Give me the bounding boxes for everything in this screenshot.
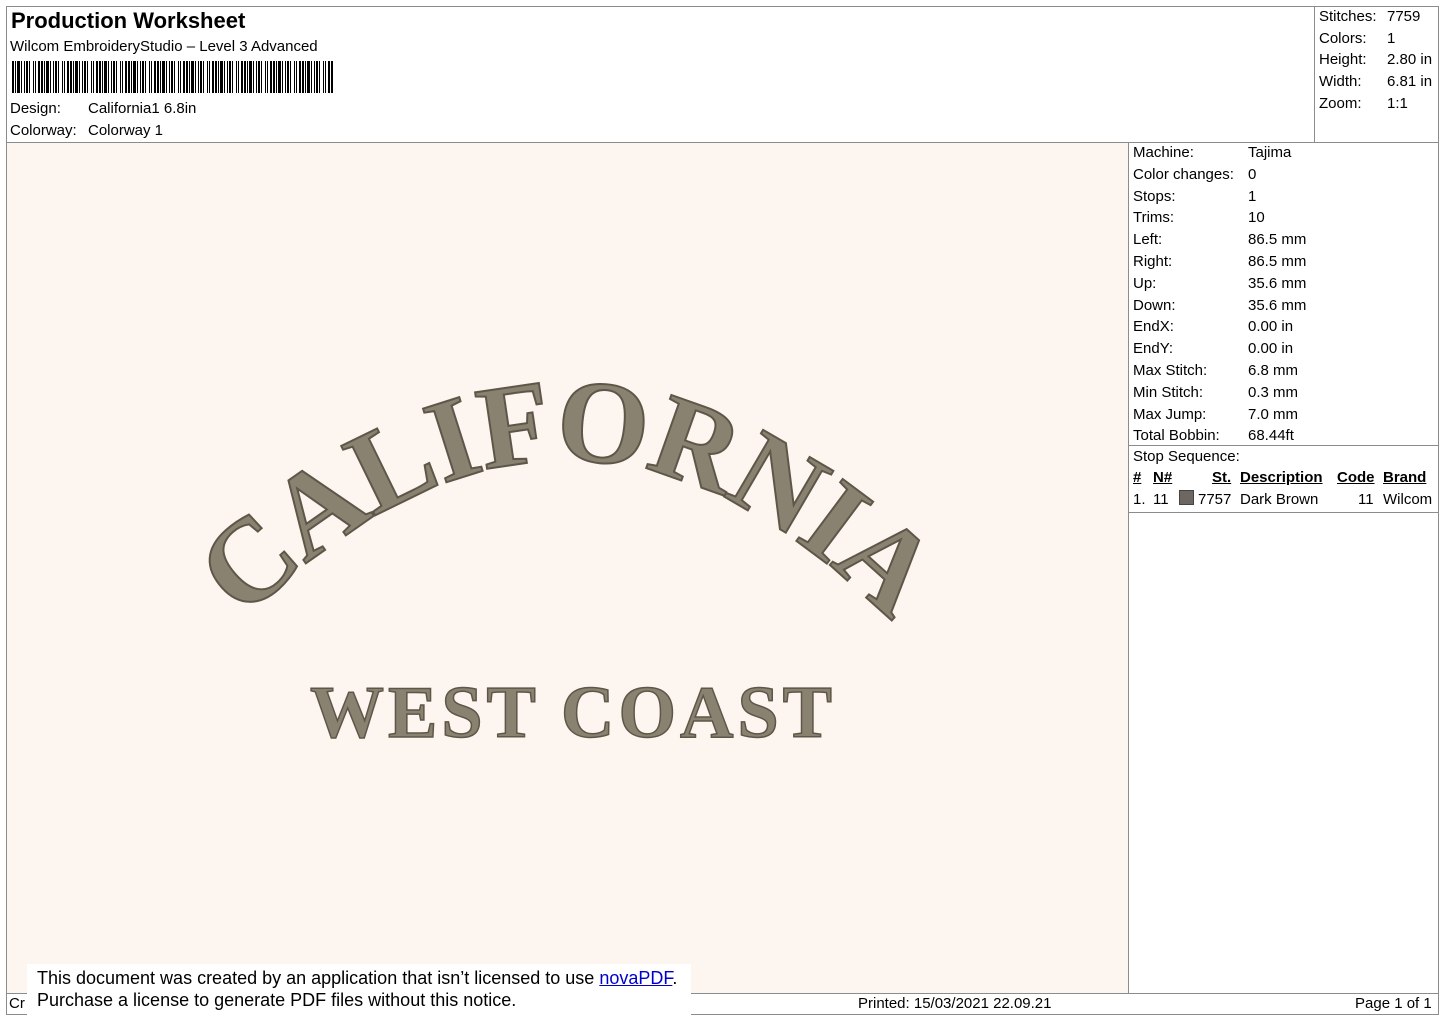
cell-brand: Wilcom [1383, 491, 1433, 508]
col-header-stitches: St. [1212, 469, 1232, 486]
machine-info-value: 86.5 mm [1248, 231, 1307, 249]
machine-info-value: 0.00 in [1248, 340, 1294, 358]
machine-info-row: Min Stitch: 0.3 mm [1133, 384, 1298, 401]
design-line-text: WEST COAST [310, 672, 836, 754]
machine-info-row: Total Bobbin: 68.44ft [1133, 427, 1294, 444]
colorway-row: Colorway: Colorway 1 [10, 122, 163, 139]
summary-divider [1314, 6, 1315, 143]
machine-info-label: Stops: [1133, 187, 1176, 205]
machine-info-value: 6.8 mm [1248, 362, 1299, 379]
machine-info-label: Min Stitch: [1133, 383, 1204, 401]
machine-info-value: Tajima [1248, 144, 1292, 161]
embroidery-design: CALIFORNIA WEST COAST [172, 352, 965, 755]
barcode [12, 61, 333, 93]
machine-info-value: 10 [1248, 209, 1265, 227]
machine-info-value: 35.6 mm [1248, 274, 1307, 292]
design-value: California1 6.8in [88, 100, 197, 117]
machine-info-value: 35.6 mm [1248, 296, 1307, 314]
machine-info-row: Stops: 1 [1133, 188, 1256, 205]
machine-info-value: 7.0 mm [1248, 405, 1299, 423]
summary-height: Height: 2.80 in [1319, 51, 1433, 68]
machine-info-row: Up: 35.6 mm [1133, 275, 1306, 292]
notice-line-2: Purchase a license to generate PDF files… [37, 990, 517, 1010]
col-header-number: # [1133, 469, 1142, 486]
frame-top [6, 6, 1439, 7]
license-notice: This document was created by an applicat… [27, 964, 691, 1019]
machine-info-label: EndY: [1133, 340, 1174, 358]
design-row: Design: California1 6.8in [10, 100, 196, 117]
frame-right [1438, 6, 1439, 1015]
machine-info-value: 0 [1248, 165, 1257, 183]
machine-info-label: Right: [1133, 253, 1173, 270]
sequence-divider [1128, 512, 1439, 513]
col-header-description: Description [1240, 469, 1323, 486]
col-header-brand: Brand [1383, 469, 1427, 486]
machine-info-value: 1 [1248, 187, 1257, 205]
machine-info-row: EndX: 0.00 in [1133, 318, 1293, 335]
summary-zoom: Zoom: 1:1 [1319, 95, 1408, 112]
machine-info-label: Down: [1133, 296, 1176, 314]
machine-info-label: EndX: [1133, 318, 1174, 336]
cell-stitches: 7757 [1198, 491, 1232, 508]
software-name: Wilcom EmbroideryStudio – Level 3 Advanc… [10, 38, 318, 55]
footer-page: Page 1 of 1 [1355, 995, 1432, 1012]
thread-color-swatch [1179, 490, 1194, 505]
footer-printed: Printed: 15/03/2021 22.09.21 [858, 995, 1052, 1012]
machine-info-value: 0.00 in [1248, 318, 1294, 336]
design-arc-text: CALIFORNIA [173, 353, 962, 640]
summary-colors: Colors: 1 [1319, 30, 1396, 47]
machine-info-label: Color changes: [1133, 165, 1234, 183]
machine-info-row: Max Stitch: 6.8 mm [1133, 362, 1298, 379]
machine-info-row: Left: 86.5 mm [1133, 231, 1306, 248]
design-preview: CALIFORNIA WEST COAST [7, 143, 1128, 993]
machine-info-label: Machine: [1133, 144, 1194, 161]
machine-info-value: 0.3 mm [1248, 383, 1299, 401]
machine-info-row: Trims: 10 [1133, 209, 1265, 226]
machine-info-label: Trims: [1133, 209, 1175, 227]
machine-info-label: Left: [1133, 231, 1163, 249]
machine-info-label: Max Jump: [1133, 405, 1207, 423]
machine-info-row: Color changes: 0 [1133, 166, 1256, 183]
sidepanel-divider [1128, 142, 1129, 994]
stop-sequence-title: Stop Sequence: [1133, 448, 1240, 465]
info-divider [1128, 445, 1439, 446]
machine-info-row: Down: 35.6 mm [1133, 297, 1306, 314]
machine-info-row: Max Jump: 7.0 mm [1133, 406, 1298, 423]
summary-width: Width: 6.81 in [1319, 73, 1433, 90]
novapdf-link[interactable]: novaPDF [599, 968, 672, 988]
cell-code: 11 [1358, 491, 1374, 508]
summary-stitches: Stitches: 7759 [1319, 8, 1421, 25]
machine-info-row: EndY: 0.00 in [1133, 340, 1293, 357]
machine-info-value: 86.5 mm [1248, 253, 1307, 270]
cell-needle: 11 [1153, 491, 1169, 508]
col-header-needle: N# [1153, 469, 1173, 486]
cell-description: Dark Brown [1240, 491, 1319, 508]
machine-info-row: Machine: Tajima [1133, 144, 1291, 161]
footer-created: Cr [9, 995, 25, 1012]
machine-info-row: Right: 86.5 mm [1133, 253, 1306, 270]
colorway-value: Colorway 1 [88, 122, 164, 139]
col-header-code: Code [1337, 469, 1375, 486]
page-title: Production Worksheet [11, 8, 246, 33]
machine-info-label: Up: [1133, 274, 1157, 292]
machine-info-value: 68.44ft [1248, 427, 1294, 445]
machine-info-label: Total Bobbin: [1133, 427, 1220, 445]
cell-number: 1. [1133, 491, 1146, 508]
design-label: Design: [10, 100, 61, 117]
colorway-label: Colorway: [10, 122, 77, 139]
notice-line-1: This document was created by an applicat… [37, 968, 678, 988]
machine-info-label: Max Stitch: [1133, 362, 1208, 379]
